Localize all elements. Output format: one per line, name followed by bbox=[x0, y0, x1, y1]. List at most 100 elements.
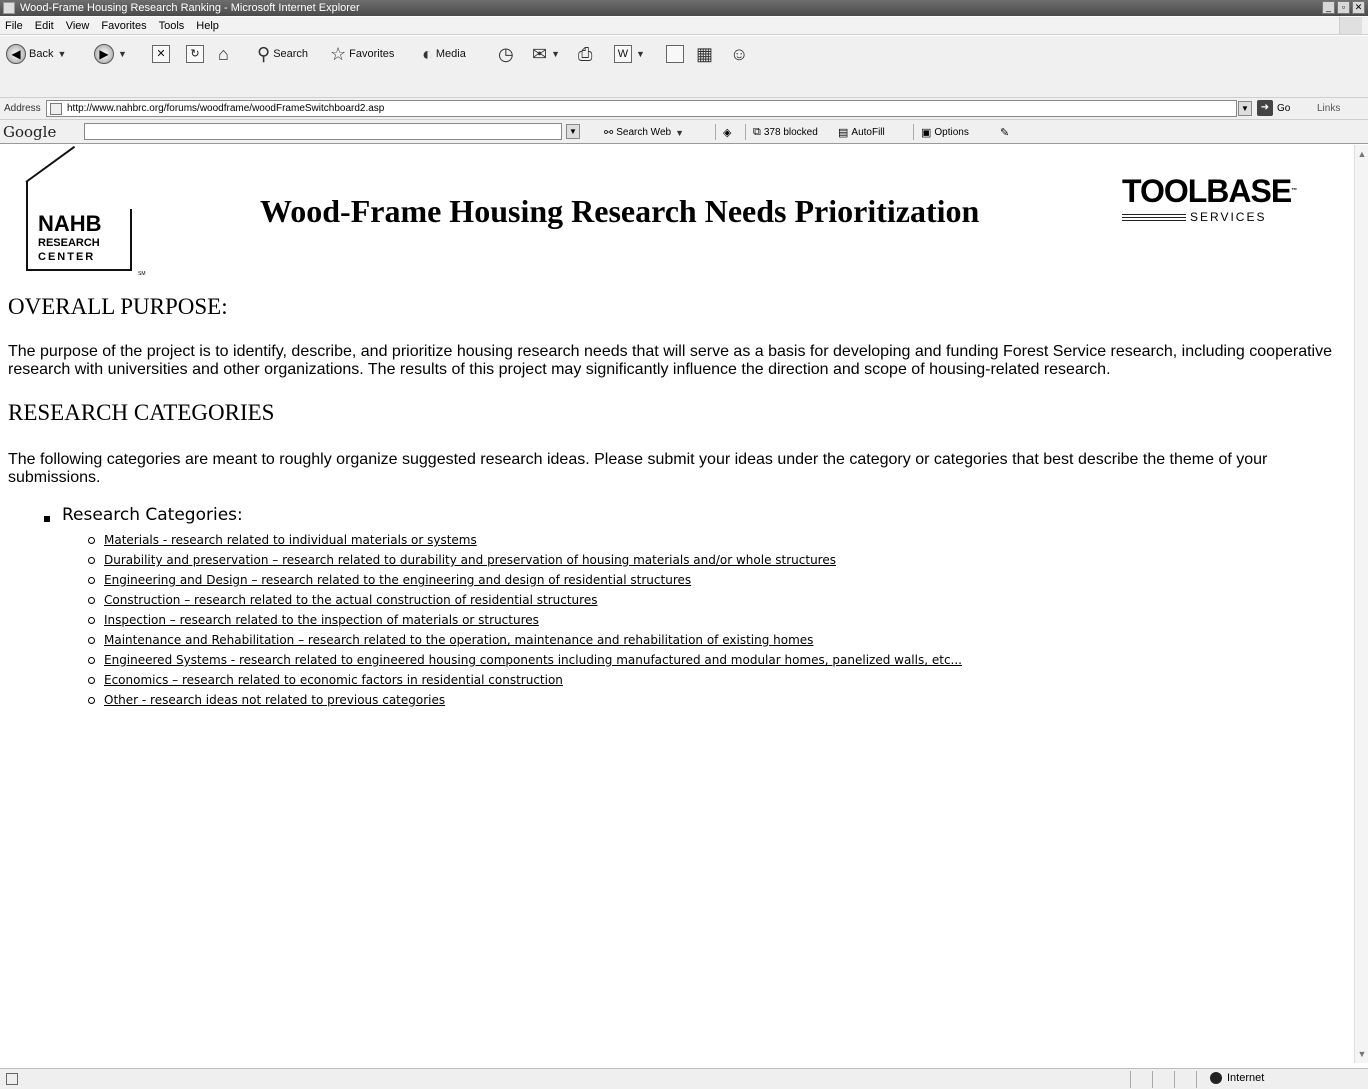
menu-favorites[interactable]: Favorites bbox=[95, 17, 152, 35]
list-item: Engineered Systems - research related to… bbox=[86, 650, 962, 670]
history-icon: ◷ bbox=[498, 44, 514, 64]
forward-arrow-icon: ▶ bbox=[94, 44, 114, 64]
back-arrow-icon: ◀ bbox=[6, 44, 26, 64]
back-button[interactable]: ◀ Back ▼ bbox=[6, 42, 66, 66]
scroll-down-icon[interactable]: ▼ bbox=[1356, 1047, 1368, 1061]
google-search-dropdown[interactable]: ▼ bbox=[566, 124, 580, 139]
go-button[interactable]: ➜ Go bbox=[1257, 100, 1290, 116]
category-link-maintenance[interactable]: Maintenance and Rehabilitation – researc… bbox=[104, 633, 813, 647]
edit-dropdown-icon[interactable]: ▼ bbox=[636, 49, 645, 59]
window-titlebar: Wood-Frame Housing Research Ranking - Mi… bbox=[0, 0, 1368, 16]
options-button[interactable]: ▣ Options bbox=[921, 126, 969, 139]
toolbar-separator bbox=[715, 124, 716, 140]
binoculars-icon: ⚯ bbox=[604, 127, 614, 139]
messenger-button[interactable]: ☺ bbox=[730, 42, 748, 66]
discuss-button[interactable] bbox=[666, 42, 684, 66]
autofill-icon: ▤ bbox=[838, 127, 849, 139]
popup-blocker-button[interactable]: ⧉ 378 blocked bbox=[753, 126, 818, 139]
page-icon bbox=[50, 103, 62, 115]
home-button[interactable]: ⌂ bbox=[218, 42, 229, 66]
forward-button[interactable]: ▶ ▼ bbox=[94, 42, 127, 66]
category-link-inspection[interactable]: Inspection – research related to the ins… bbox=[104, 613, 539, 627]
google-logo[interactable]: Google bbox=[3, 123, 56, 141]
category-link-economics[interactable]: Economics – research related to economic… bbox=[104, 673, 563, 687]
print-button[interactable]: ⎙ bbox=[578, 42, 592, 66]
stop-button[interactable]: ✕ bbox=[152, 42, 170, 66]
close-button[interactable]: ✕ bbox=[1352, 1, 1365, 14]
word-edit-icon: W bbox=[614, 45, 632, 63]
autofill-button[interactable]: ▤ AutoFill bbox=[838, 126, 885, 139]
status-bar: Internet bbox=[0, 1068, 1368, 1089]
pagerank-button[interactable]: ◈ bbox=[723, 126, 734, 139]
search-button[interactable]: ⚲ Search bbox=[257, 42, 308, 66]
menu-view[interactable]: View bbox=[60, 17, 96, 35]
purpose-paragraph: The purpose of the project is to identif… bbox=[8, 343, 1332, 378]
circle-bullet-icon bbox=[88, 577, 95, 584]
search-web-dropdown-icon[interactable]: ▼ bbox=[675, 128, 684, 138]
search-icon: ⚲ bbox=[257, 44, 271, 64]
globe-icon bbox=[1210, 1072, 1222, 1084]
refresh-button[interactable]: ↻ bbox=[186, 42, 204, 66]
favorites-button[interactable]: ☆ Favorites bbox=[330, 42, 394, 66]
links-button[interactable]: Links bbox=[1317, 103, 1340, 114]
menu-edit[interactable]: Edit bbox=[29, 17, 60, 35]
research-icon: ▦ bbox=[696, 44, 714, 64]
toolbar-separator bbox=[745, 124, 746, 140]
category-link-other[interactable]: Other - research ideas not related to pr… bbox=[104, 693, 445, 707]
maximize-button[interactable]: ▫ bbox=[1337, 1, 1350, 14]
vertical-scrollbar[interactable]: ▲ ▼ bbox=[1354, 145, 1368, 1063]
research-categories-heading: RESEARCH CATEGORIES bbox=[8, 400, 275, 425]
list-item: Inspection – research related to the ins… bbox=[86, 610, 962, 630]
list-item: Engineering and Design – research relate… bbox=[86, 570, 962, 590]
circle-bullet-icon bbox=[88, 657, 95, 664]
search-web-button[interactable]: ⚯ Search Web ▼ bbox=[604, 126, 684, 139]
toolbase-services-logo: TOOLBASE™ SERVICES bbox=[1122, 173, 1297, 224]
menu-file[interactable]: File bbox=[0, 17, 29, 35]
bullet-icon bbox=[44, 516, 50, 522]
category-link-durability[interactable]: Durability and preservation – research r… bbox=[104, 553, 836, 567]
media-button[interactable]: ◐ Media bbox=[422, 42, 466, 66]
circle-bullet-icon bbox=[88, 677, 95, 684]
research-button[interactable]: ▦ bbox=[696, 42, 713, 66]
category-link-construction[interactable]: Construction – research related to the a… bbox=[104, 593, 597, 607]
stop-icon: ✕ bbox=[152, 45, 170, 63]
circle-bullet-icon bbox=[88, 617, 95, 624]
minimize-button[interactable]: _ bbox=[1322, 1, 1335, 14]
history-button[interactable]: ◷ bbox=[498, 42, 514, 66]
address-dropdown-button[interactable]: ▼ bbox=[1238, 101, 1252, 116]
mail-dropdown-icon[interactable]: ▼ bbox=[551, 49, 560, 59]
category-link-engineered-systems[interactable]: Engineered Systems - research related to… bbox=[104, 653, 962, 667]
standard-toolbar: ◀ Back ▼ ▶ ▼ ✕ ↻ ⌂ ⚲ Search ☆ Favorites … bbox=[0, 36, 1368, 98]
address-label: Address bbox=[4, 103, 41, 114]
google-search-input[interactable] bbox=[84, 123, 562, 140]
address-bar: Address http://www.nahbrc.org/forums/woo… bbox=[0, 98, 1368, 120]
highlighter-icon: ✎ bbox=[1000, 127, 1010, 139]
highlight-button[interactable]: ✎ bbox=[1000, 126, 1012, 139]
refresh-icon: ↻ bbox=[186, 45, 204, 63]
list-item: Economics – research related to economic… bbox=[86, 670, 962, 690]
star-icon: ☆ bbox=[330, 44, 347, 64]
scroll-up-icon[interactable]: ▲ bbox=[1356, 147, 1368, 161]
forward-dropdown-icon[interactable]: ▼ bbox=[118, 49, 127, 59]
circle-bullet-icon bbox=[88, 537, 95, 544]
address-input[interactable]: http://www.nahbrc.org/forums/woodframe/w… bbox=[46, 100, 1237, 117]
mail-icon: ✉ bbox=[532, 44, 548, 64]
media-icon: ◐ bbox=[422, 44, 433, 64]
back-dropdown-icon[interactable]: ▼ bbox=[57, 49, 66, 59]
toolbar-separator bbox=[913, 124, 914, 140]
menu-tools[interactable]: Tools bbox=[153, 17, 191, 35]
category-link-materials[interactable]: Materials - research related to individu… bbox=[104, 533, 477, 547]
window-title: Wood-Frame Housing Research Ranking - Mi… bbox=[20, 2, 360, 14]
options-icon: ▣ bbox=[921, 127, 932, 139]
circle-bullet-icon bbox=[88, 557, 95, 564]
category-link-engineering-design[interactable]: Engineering and Design – research relate… bbox=[104, 573, 691, 587]
window-controls: _ ▫ ✕ bbox=[1322, 1, 1365, 15]
overall-purpose-heading: OVERALL PURPOSE: bbox=[8, 294, 228, 319]
edit-button[interactable]: W ▼ bbox=[614, 42, 645, 66]
popup-blocked-icon: ⧉ bbox=[753, 126, 761, 138]
menu-bar: File Edit View Favorites Tools Help bbox=[0, 17, 1368, 35]
page-status-icon bbox=[6, 1073, 18, 1085]
mail-button[interactable]: ✉ ▼ bbox=[532, 42, 560, 66]
menu-help[interactable]: Help bbox=[190, 17, 225, 35]
page-title: Wood-Frame Housing Research Needs Priori… bbox=[260, 193, 980, 229]
